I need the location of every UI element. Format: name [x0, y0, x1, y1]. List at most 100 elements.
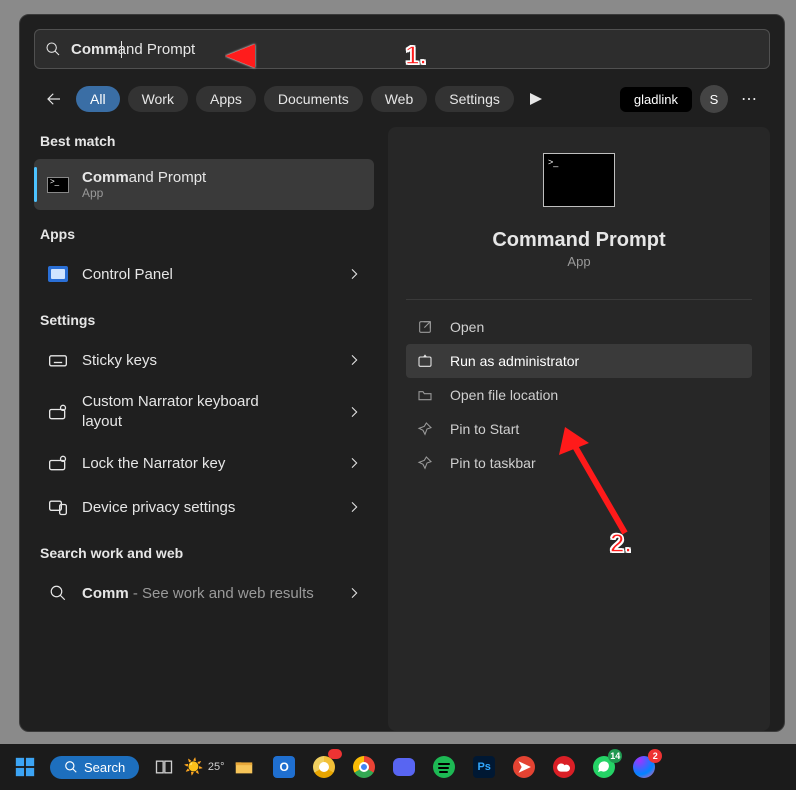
spotify-button[interactable]	[429, 752, 459, 782]
photoshop-button[interactable]: Ps	[469, 752, 499, 782]
chevron-right-icon	[346, 499, 362, 515]
action-label: Open	[450, 319, 484, 335]
result-web-search[interactable]: Comm - See work and web results	[34, 571, 374, 615]
messenger-button[interactable]: 2	[629, 752, 659, 782]
chevron-right-icon	[346, 585, 362, 601]
result-lock-narrator[interactable]: Lock the Narrator key	[34, 441, 374, 485]
tab-all[interactable]: All	[76, 86, 120, 112]
chevron-right-icon	[346, 266, 362, 282]
search-icon	[46, 581, 70, 605]
task-view-icon	[154, 757, 174, 777]
tab-settings[interactable]: Settings	[435, 86, 514, 112]
overflow-menu-button[interactable]: ⋯	[736, 85, 764, 113]
search-icon	[45, 41, 61, 57]
tab-work[interactable]: Work	[128, 86, 188, 112]
chevron-right-icon	[346, 404, 362, 420]
discord-icon	[393, 758, 415, 776]
result-sub: App	[82, 186, 362, 200]
results-column: Best match >_ Command Prompt App Apps	[34, 127, 374, 731]
result-command-prompt[interactable]: >_ Command Prompt App	[34, 159, 374, 210]
whatsapp-button[interactable]: 14	[589, 752, 619, 782]
arrow-left-icon	[45, 90, 63, 108]
chevron-right-icon	[346, 455, 362, 471]
keyboard-settings-icon	[46, 400, 70, 424]
start-button[interactable]	[10, 752, 40, 782]
result-title: Custom Narrator keyboard layout	[82, 392, 292, 431]
prompt-glyph: >_	[548, 157, 558, 167]
action-label: Run as administrator	[450, 353, 579, 369]
chrome-canary-button[interactable]	[309, 752, 339, 782]
file-explorer-button[interactable]	[229, 752, 259, 782]
devices-icon	[46, 495, 70, 519]
action-label: Open file location	[450, 387, 558, 403]
open-icon	[416, 318, 434, 336]
result-control-panel[interactable]: Control Panel	[34, 252, 374, 296]
account-label[interactable]: gladlink	[620, 87, 692, 112]
details-pane: >_ Command Prompt App Open Run as admini…	[388, 127, 770, 731]
search-input-container[interactable]: Command Prompt	[34, 29, 770, 69]
action-open[interactable]: Open	[406, 310, 752, 344]
action-label: Pin to Start	[450, 421, 519, 437]
tab-apps[interactable]: Apps	[196, 86, 256, 112]
action-open-location[interactable]: Open file location	[406, 378, 752, 412]
keyboard-lock-icon	[46, 451, 70, 475]
taskbar-search-label: Search	[84, 760, 125, 775]
whatsapp-badge: 14	[608, 749, 622, 763]
play-icon	[530, 93, 542, 105]
sun-icon: ☀️	[184, 757, 204, 777]
action-pin-taskbar[interactable]: Pin to taskbar	[406, 446, 752, 480]
outlook-icon: O	[273, 756, 295, 778]
result-title: Device privacy settings	[82, 499, 334, 516]
app-thumbnail: >_	[543, 153, 615, 207]
chrome-icon	[353, 756, 375, 778]
divider	[406, 299, 752, 300]
chrome-button[interactable]	[349, 752, 379, 782]
discord-button[interactable]	[389, 752, 419, 782]
outlook-button[interactable]: O	[269, 752, 299, 782]
action-run-as-admin[interactable]: Run as administrator	[406, 344, 752, 378]
folder-icon	[416, 386, 434, 404]
result-sticky-keys[interactable]: Sticky keys	[34, 338, 374, 382]
result-title: Command Prompt	[82, 169, 362, 186]
section-head-best-match: Best match	[34, 127, 374, 159]
todoist-button[interactable]: ➤	[509, 752, 539, 782]
tab-documents[interactable]: Documents	[264, 86, 363, 112]
chevron-right-icon	[346, 352, 362, 368]
tab-web[interactable]: Web	[371, 86, 428, 112]
text-caret	[121, 41, 122, 58]
windows-search-panel: Command Prompt All Work Apps Documents W…	[19, 14, 785, 732]
creative-cloud-icon	[553, 756, 575, 778]
search-icon	[64, 760, 78, 774]
user-avatar[interactable]: S	[700, 85, 728, 113]
notification-dot	[328, 749, 342, 759]
taskbar-search-button[interactable]: Search	[50, 756, 139, 779]
task-view-button[interactable]	[149, 752, 179, 782]
creative-cloud-button[interactable]	[549, 752, 579, 782]
windows-icon	[14, 756, 36, 778]
section-head-settings: Settings	[34, 306, 374, 338]
photoshop-icon: Ps	[473, 756, 495, 778]
temperature: 25°	[208, 761, 225, 773]
spotify-icon	[433, 756, 455, 778]
keyboard-icon	[46, 348, 70, 372]
search-input[interactable]: Command Prompt	[71, 41, 195, 58]
folder-icon	[233, 756, 255, 778]
search-typed-rest: and Prompt	[118, 41, 196, 58]
tabs-more-button[interactable]	[522, 85, 550, 113]
result-title: Sticky keys	[82, 352, 334, 369]
result-title: Lock the Narrator key	[82, 455, 334, 472]
taskbar: Search ☀️ 25° O Ps ➤	[0, 744, 796, 790]
action-pin-start[interactable]: Pin to Start	[406, 412, 752, 446]
result-title: Comm - See work and web results	[82, 585, 334, 602]
search-scope-tabs: All Work Apps Documents Web Settings gla…	[34, 85, 770, 127]
back-button[interactable]	[40, 85, 68, 113]
result-device-privacy[interactable]: Device privacy settings	[34, 485, 374, 529]
result-title: Control Panel	[82, 266, 334, 283]
section-head-web: Search work and web	[34, 539, 374, 571]
messenger-badge: 2	[648, 749, 662, 763]
todoist-icon: ➤	[513, 756, 535, 778]
cmd-icon: >_	[46, 173, 70, 197]
control-panel-icon	[46, 262, 70, 286]
result-narrator-layout[interactable]: Custom Narrator keyboard layout	[34, 382, 374, 441]
weather-widget[interactable]: ☀️ 25°	[189, 752, 219, 782]
